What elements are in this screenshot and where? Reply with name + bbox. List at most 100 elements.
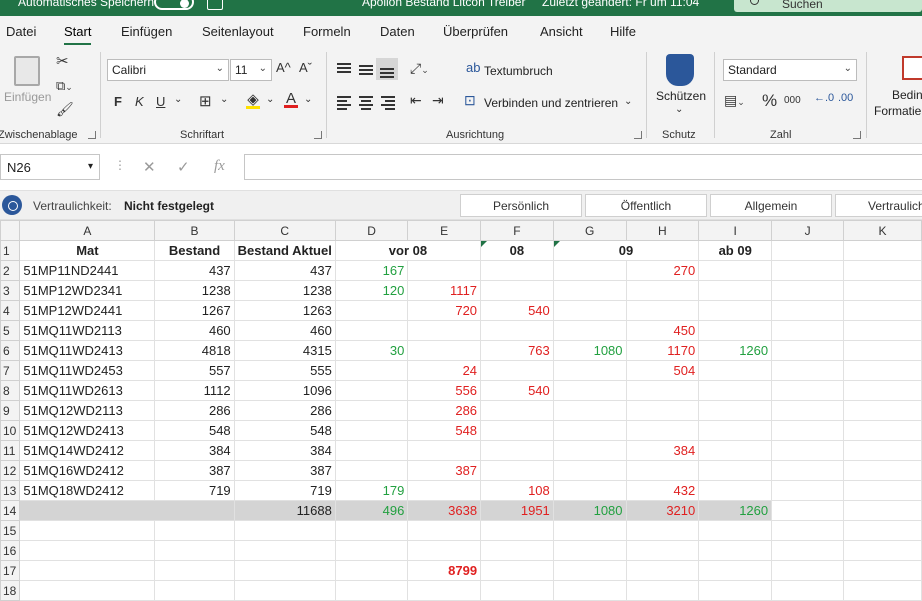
cell[interactable]	[334, 580, 409, 601]
cell-e[interactable]	[407, 260, 482, 281]
cell-header-bestand-aktuel[interactable]: Bestand Aktuel	[233, 240, 336, 261]
tab-datei[interactable]: Datei	[6, 24, 36, 39]
cell-g[interactable]: 1080	[552, 340, 627, 361]
currency-icon[interactable]: ▤⌄	[724, 92, 745, 109]
protect-icon[interactable]	[666, 54, 694, 86]
cell-g[interactable]	[552, 420, 627, 441]
cell-a[interactable]: 51MP11ND2441	[19, 260, 156, 281]
align-top-icon[interactable]	[337, 63, 351, 75]
cell[interactable]	[480, 540, 554, 561]
cell-k[interactable]	[843, 280, 922, 301]
cell-f[interactable]	[480, 360, 554, 381]
tab-ansicht[interactable]: Ansicht	[540, 24, 583, 39]
cell[interactable]	[334, 520, 409, 541]
format-painter-icon[interactable]: 🖌	[56, 101, 74, 118]
cell[interactable]	[480, 520, 554, 541]
cell-total-f[interactable]: 1951	[480, 500, 554, 521]
conditional-formatting-icon[interactable]	[902, 56, 922, 80]
cell-h[interactable]: 1170	[625, 340, 700, 361]
align-right-icon[interactable]	[381, 96, 395, 110]
cell-header-mat[interactable]: Mat	[19, 240, 156, 261]
protect-dropdown-icon[interactable]: ⌄	[675, 104, 683, 115]
cell-f[interactable]: 763	[480, 340, 554, 361]
bold-button[interactable]: F	[114, 94, 122, 109]
cell[interactable]	[698, 580, 773, 601]
cell-j[interactable]	[771, 420, 845, 441]
cell-j[interactable]	[771, 500, 845, 521]
cell-d[interactable]	[334, 440, 409, 461]
decrease-decimal-icon[interactable]: .00	[838, 92, 853, 104]
row-header[interactable]: 17	[0, 560, 21, 581]
column-header-k[interactable]: K	[843, 220, 922, 241]
cell[interactable]	[154, 520, 235, 541]
cell[interactable]	[552, 560, 627, 581]
cell-header-ab-09[interactable]: ab 09	[698, 240, 773, 261]
cell-k[interactable]	[843, 380, 922, 401]
column-header-d[interactable]: D	[334, 220, 409, 241]
cell-i[interactable]	[698, 280, 773, 301]
cell-h[interactable]: 432	[625, 480, 700, 501]
cell-j[interactable]	[771, 280, 845, 301]
cell-j[interactable]	[771, 260, 845, 281]
name-box[interactable]: N26 ▾	[0, 154, 100, 180]
cell-e[interactable]	[407, 480, 482, 501]
cell-k[interactable]	[843, 360, 922, 381]
row-header[interactable]: 16	[0, 540, 21, 561]
cell[interactable]	[480, 580, 554, 601]
cell-h[interactable]: 504	[625, 360, 700, 381]
percent-button[interactable]: %	[762, 91, 777, 111]
cell-e[interactable]	[407, 340, 482, 361]
row-header[interactable]: 6	[0, 340, 21, 361]
cell[interactable]	[771, 540, 845, 561]
cell[interactable]	[625, 540, 700, 561]
align-bottom-icon[interactable]	[376, 58, 398, 80]
cell-h[interactable]	[625, 280, 700, 301]
column-header-h[interactable]: H	[625, 220, 700, 241]
cell-h[interactable]	[625, 400, 700, 421]
cell-c[interactable]: 555	[233, 360, 336, 381]
cell-f[interactable]	[480, 440, 554, 461]
cell-f[interactable]	[480, 320, 554, 341]
cell-j[interactable]	[771, 400, 845, 421]
cell-g[interactable]	[552, 320, 627, 341]
cell-c[interactable]: 4315	[233, 340, 336, 361]
cell-b[interactable]: 437	[154, 260, 235, 281]
cell-f[interactable]	[480, 280, 554, 301]
cell[interactable]	[154, 560, 235, 581]
underline-button[interactable]: U	[156, 94, 165, 109]
cell-c[interactable]: 1238	[233, 280, 336, 301]
cell-d[interactable]	[334, 420, 409, 441]
cell-g[interactable]	[552, 280, 627, 301]
column-header-a[interactable]: A	[19, 220, 156, 241]
cell-j[interactable]	[771, 340, 845, 361]
thousands-button[interactable]: 000	[784, 95, 801, 106]
cell-g[interactable]	[552, 360, 627, 381]
cell-g[interactable]	[552, 400, 627, 421]
cell-e[interactable]: 720	[407, 300, 482, 321]
column-header-g[interactable]: G	[552, 220, 627, 241]
column-header-i[interactable]: I	[698, 220, 773, 241]
grow-font-button[interactable]: A^	[276, 60, 291, 75]
search-box[interactable]: Suchen	[734, 0, 922, 12]
sensitivity-general-button[interactable]: Allgemein	[710, 194, 832, 217]
cell[interactable]	[843, 540, 922, 561]
cell-c[interactable]: 286	[233, 400, 336, 421]
cell[interactable]	[771, 240, 845, 261]
cell-b[interactable]: 460	[154, 320, 235, 341]
sensitivity-public-button[interactable]: Öffentlich	[585, 194, 707, 217]
cell[interactable]	[19, 560, 156, 581]
cell-header-vor-08[interactable]: vor 08	[334, 240, 482, 261]
cell-d[interactable]	[334, 360, 409, 381]
borders-icon[interactable]: ⊞	[199, 92, 212, 110]
cell-f[interactable]: 540	[480, 300, 554, 321]
column-header-j[interactable]: J	[771, 220, 845, 241]
cell[interactable]	[480, 560, 554, 581]
italic-button[interactable]: K	[135, 94, 144, 109]
cell[interactable]	[334, 540, 409, 561]
conditional-formatting-line2[interactable]: Formatie	[874, 104, 921, 118]
row-header[interactable]: 18	[0, 580, 21, 601]
cell-total-d[interactable]: 496	[334, 500, 409, 521]
save-icon[interactable]	[207, 0, 223, 10]
row-header[interactable]: 1	[0, 240, 21, 261]
cell-total-h[interactable]: 3210	[625, 500, 700, 521]
